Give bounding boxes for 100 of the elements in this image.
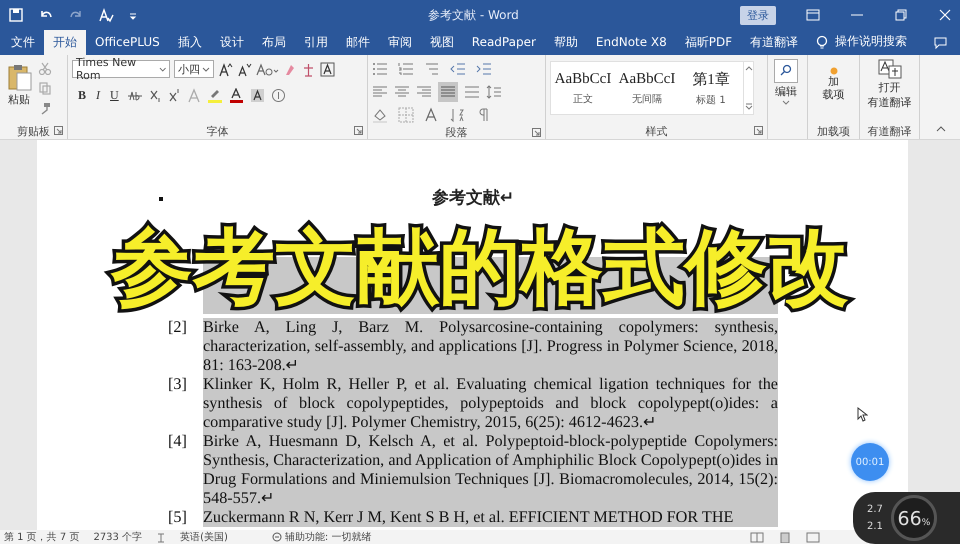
edit-button[interactable]: 编辑 bbox=[772, 59, 800, 139]
collapse-ribbon-icon[interactable] bbox=[936, 125, 946, 133]
text-effects-icon[interactable] bbox=[186, 88, 201, 102]
proofing-icon[interactable] bbox=[156, 532, 166, 542]
menu-tab[interactable]: 插入 bbox=[168, 30, 211, 55]
menu-tab[interactable]: 开始 bbox=[44, 30, 86, 55]
decrease-indent-icon[interactable] bbox=[450, 61, 466, 77]
percent-unit: % bbox=[922, 518, 930, 528]
menu-tab[interactable]: 设计 bbox=[210, 30, 253, 55]
caret-icon[interactable] bbox=[158, 66, 166, 72]
dialog-launcher-icon[interactable] bbox=[532, 128, 541, 137]
comments-icon[interactable] bbox=[933, 35, 948, 50]
save-icon[interactable] bbox=[8, 7, 24, 23]
bullets-icon[interactable] bbox=[372, 61, 388, 77]
style-option[interactable]: AaBbCcI 无间隔 bbox=[615, 62, 679, 114]
caret-icon[interactable] bbox=[202, 66, 210, 72]
menu-tab[interactable]: OfficePLUS bbox=[86, 30, 169, 55]
download-speed: 2.1 bbox=[867, 521, 883, 532]
character-border-icon[interactable] bbox=[320, 62, 335, 76]
reference-number: [2] bbox=[168, 318, 188, 337]
menu-tab[interactable]: 审阅 bbox=[378, 30, 421, 55]
phonetic-guide-icon[interactable] bbox=[301, 62, 316, 76]
multilevel-list-icon[interactable] bbox=[424, 61, 440, 77]
search-icon[interactable] bbox=[774, 59, 798, 83]
bold-button[interactable]: B bbox=[76, 88, 88, 102]
distributed-icon[interactable] bbox=[464, 84, 480, 100]
translate-button[interactable]: 打开 有道翻译 bbox=[864, 59, 915, 123]
login-button[interactable]: 登录 bbox=[740, 6, 776, 24]
menu-tab[interactable]: EndNote X8 bbox=[586, 30, 676, 55]
reference-text: Birke A, Ling J, Barz M. Polysarcosine-containing copolymers: synthesis, characterization, self-assembly, and applications [J]. Progress in Polymer Science, 2018, 81: 163-208.↵ bbox=[203, 318, 778, 375]
font-name-field[interactable]: Times New Rom bbox=[72, 60, 170, 78]
document-heading: 参考文献↵ bbox=[430, 188, 516, 208]
page-count[interactable]: 第 1 页，共 7 页 bbox=[4, 530, 80, 544]
video-caption: 参考文献的格式修改 bbox=[110, 220, 850, 316]
caret-icon[interactable] bbox=[782, 100, 790, 105]
group-label: 有道翻译 bbox=[868, 124, 912, 138]
tell-me-search[interactable]: 操作说明搜索 bbox=[835, 33, 908, 50]
justify-icon[interactable] bbox=[438, 82, 458, 102]
line-spacing-icon[interactable] bbox=[486, 84, 502, 100]
style-option[interactable]: AaBbCcI 正文 bbox=[551, 62, 615, 114]
restore-icon[interactable] bbox=[894, 8, 908, 22]
accessibility-status[interactable]: 辅助功能: 一切就绪 bbox=[284, 530, 372, 544]
group-label: 加载项 bbox=[817, 124, 850, 138]
font-size-field[interactable]: 小四 bbox=[174, 60, 214, 78]
menu-tab[interactable]: 邮件 bbox=[336, 30, 379, 55]
addins-button[interactable]: 加 载项 bbox=[812, 59, 855, 123]
dialog-launcher-icon[interactable] bbox=[354, 126, 363, 135]
spelling-icon[interactable] bbox=[98, 7, 114, 23]
change-case-icon[interactable] bbox=[256, 62, 279, 76]
close-icon[interactable] bbox=[938, 8, 952, 22]
style-option[interactable]: 第1章 标题 1 bbox=[679, 62, 743, 114]
menu-tab[interactable]: 引用 bbox=[294, 30, 337, 55]
more-styles-icon[interactable] bbox=[744, 103, 752, 110]
reference-text: Birke A, Huesmann D, Kelsch A, et al. Polypeptoid-block-polypeptide Copolymers: Synthesis, Characterization, and Application of Amphiphilic Block Copolypept(o)ides in Drug Formulations and Miniemulsion Techniques [J]. Biomacromolecules, 2014, 15(2): 548-557.↵ bbox=[203, 432, 778, 508]
superscript-icon[interactable] bbox=[168, 88, 181, 102]
group-label: 段落 bbox=[446, 125, 468, 140]
read-mode-icon[interactable] bbox=[750, 532, 764, 542]
cut-icon[interactable] bbox=[38, 61, 52, 75]
web-layout-icon[interactable] bbox=[806, 532, 820, 542]
menu-tab[interactable]: 布局 bbox=[252, 30, 295, 55]
copy-icon[interactable] bbox=[38, 81, 52, 95]
styles-gallery[interactable]: AaBbCcI 正文 AaBbCcI 无间隔 第1章 标题 1 bbox=[550, 61, 754, 115]
highlight-icon[interactable] bbox=[206, 88, 223, 102]
character-shading-icon[interactable] bbox=[250, 88, 265, 102]
mouse-cursor-icon bbox=[857, 407, 868, 422]
shrink-font-icon[interactable] bbox=[237, 62, 252, 76]
scroll-up-icon[interactable] bbox=[744, 66, 752, 71]
menu-tab[interactable]: 视图 bbox=[420, 30, 463, 55]
reference-number: [5] bbox=[168, 508, 188, 527]
group-label: 字体 bbox=[206, 124, 228, 138]
dot-icon[interactable] bbox=[830, 67, 838, 75]
dialog-launcher-icon[interactable] bbox=[54, 126, 63, 135]
lightbulb-icon[interactable] bbox=[815, 34, 830, 48]
borders-icon[interactable] bbox=[398, 107, 414, 123]
menu-tab[interactable]: 文件 bbox=[2, 30, 44, 55]
window-title: 参考文献 - Word bbox=[428, 6, 520, 24]
word-count[interactable]: 2733 个字 bbox=[93, 530, 142, 544]
reference-text: Klinker K, Holm R, Heller P, et al. Evaluating chemical ligation techniques for the synthesis of block copolypeptides, polypeptoids and block copolypept(o)ides: a comparative study [J]. Polymer Chemistry, 2015, 6(25): 4612-4623.↵ bbox=[203, 375, 778, 432]
upload-speed: 2.7 bbox=[867, 504, 883, 515]
menu-tab[interactable]: ReadPaper bbox=[462, 30, 545, 55]
ribbon-display-icon[interactable] bbox=[806, 8, 820, 22]
increase-indent-icon[interactable] bbox=[476, 61, 492, 77]
clipboard-icon[interactable] bbox=[6, 63, 32, 91]
enclose-characters-icon[interactable] bbox=[270, 88, 286, 102]
menu-tab[interactable]: 帮助 bbox=[544, 30, 587, 55]
sort-icon[interactable] bbox=[450, 107, 466, 123]
language-status[interactable]: 英语(美国) bbox=[180, 530, 228, 544]
translate-icon[interactable] bbox=[878, 59, 902, 79]
italic-button[interactable]: I bbox=[94, 88, 102, 102]
accessibility-icon[interactable] bbox=[272, 532, 282, 542]
menu-tab[interactable]: 福昕PDF bbox=[676, 30, 742, 55]
shading-icon[interactable] bbox=[372, 107, 388, 123]
numbering-icon[interactable] bbox=[398, 61, 414, 77]
menu-tab[interactable]: 有道翻译 bbox=[741, 30, 808, 55]
paste-button[interactable]: 粘贴 bbox=[4, 59, 34, 123]
underline-button[interactable]: U bbox=[108, 88, 121, 102]
grow-font-icon[interactable] bbox=[218, 62, 233, 76]
reference-number: [4] bbox=[168, 432, 188, 451]
dialog-launcher-icon[interactable] bbox=[754, 126, 763, 135]
font-color-icon[interactable] bbox=[228, 88, 244, 102]
